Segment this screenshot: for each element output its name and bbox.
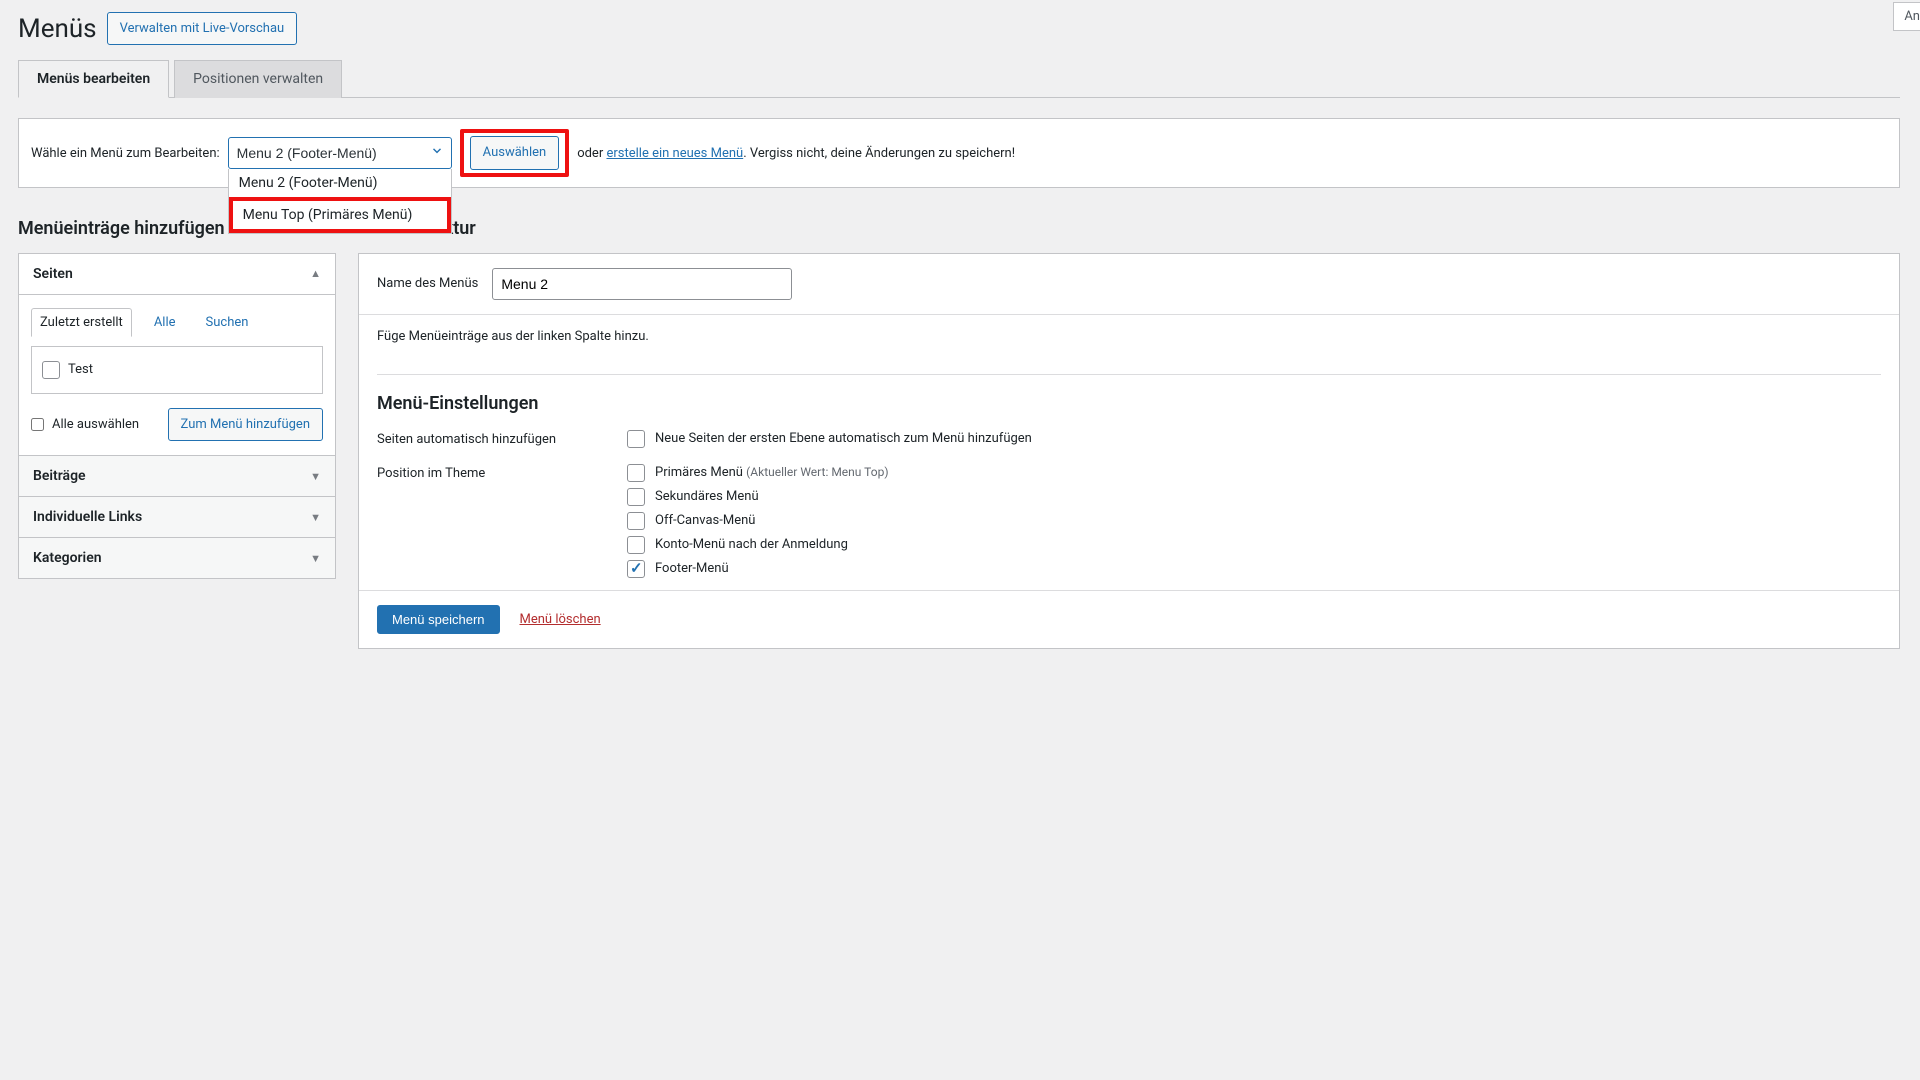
screen-options-stub[interactable]: An bbox=[1893, 2, 1920, 31]
theme-location-sublabel: (Aktueller Wert: Menu Top) bbox=[746, 465, 888, 479]
theme-location-label: Off-Canvas-Menü bbox=[655, 513, 755, 528]
page-title: Menüs bbox=[18, 14, 97, 44]
create-new-menu-link[interactable]: erstelle ein neues Menü bbox=[606, 146, 743, 161]
menu-name-input[interactable] bbox=[492, 268, 792, 300]
metabox-pages: Seiten ▲ Zuletzt erstellt Alle Suchen Te… bbox=[18, 253, 336, 456]
metabox-custom-links-toggle[interactable]: Individuelle Links ▼ bbox=[19, 497, 335, 537]
select-all-pages[interactable]: Alle auswählen bbox=[31, 417, 139, 432]
metabox-custom-links: Individuelle Links ▼ bbox=[18, 497, 336, 538]
tab-edit-menus[interactable]: Menüs bearbeiten bbox=[18, 60, 169, 98]
theme-location-option[interactable]: Footer-Menü bbox=[627, 560, 1881, 578]
menu-select-bar: Wähle ein Menü zum Bearbeiten: Menu 2 (F… bbox=[18, 118, 1900, 187]
theme-location-option[interactable]: Primäres Menü (Aktueller Wert: Menu Top) bbox=[627, 464, 1881, 482]
theme-location-checkbox[interactable] bbox=[627, 488, 645, 506]
triangle-up-icon: ▲ bbox=[310, 267, 321, 280]
metabox-posts: Beiträge ▼ bbox=[18, 456, 336, 497]
add-to-menu-button[interactable]: Zum Menü hinzufügen bbox=[168, 408, 323, 441]
metabox-categories: Kategorien ▼ bbox=[18, 538, 336, 579]
select-all-pages-checkbox[interactable] bbox=[31, 418, 44, 431]
theme-location-label: Sekundäres Menü bbox=[655, 489, 759, 504]
empty-menu-hint: Füge Menüeinträge aus der linken Spalte … bbox=[377, 329, 1881, 344]
pages-tab-search[interactable]: Suchen bbox=[198, 309, 257, 336]
theme-location-option[interactable]: Off-Canvas-Menü bbox=[627, 512, 1881, 530]
divider bbox=[377, 374, 1881, 375]
metabox-posts-toggle[interactable]: Beiträge ▼ bbox=[19, 456, 335, 496]
theme-location-label: Primäres Menü (Aktueller Wert: Menu Top) bbox=[655, 465, 889, 480]
metabox-custom-links-title: Individuelle Links bbox=[33, 509, 142, 525]
page-item-test-checkbox[interactable] bbox=[42, 361, 60, 379]
theme-location-option[interactable]: Sekundäres Menü bbox=[627, 488, 1881, 506]
menu-settings-heading: Menü-Einstellungen bbox=[377, 393, 1881, 414]
select-all-pages-label: Alle auswählen bbox=[52, 417, 139, 432]
theme-location-checkbox[interactable] bbox=[627, 512, 645, 530]
save-menu-button[interactable]: Menü speichern bbox=[377, 605, 500, 634]
theme-locations-list: Primäres Menü (Aktueller Wert: Menu Top)… bbox=[627, 464, 1881, 584]
theme-location-label: Konto-Menü nach der Anmeldung bbox=[655, 537, 848, 552]
pages-inner-tabs: Zuletzt erstellt Alle Suchen bbox=[31, 307, 323, 336]
delete-menu-link[interactable]: Menü löschen bbox=[520, 612, 601, 627]
theme-location-checkbox[interactable] bbox=[627, 560, 645, 578]
metabox-pages-toggle[interactable]: Seiten ▲ bbox=[19, 254, 335, 295]
menu-select[interactable] bbox=[228, 137, 452, 169]
page-item-test-label: Test bbox=[68, 362, 93, 377]
page-item-test[interactable]: Test bbox=[42, 357, 312, 383]
tab-manage-positions[interactable]: Positionen verwalten bbox=[174, 60, 342, 98]
theme-location-checkbox[interactable] bbox=[627, 536, 645, 554]
triangle-down-icon: ▼ bbox=[310, 470, 321, 483]
metabox-posts-title: Beiträge bbox=[33, 468, 86, 484]
metabox-categories-toggle[interactable]: Kategorien ▼ bbox=[19, 538, 335, 578]
menu-option-footer[interactable]: Menu 2 (Footer-Menü) bbox=[229, 169, 451, 197]
select-bar-text: oder erstelle ein neues Menü. Vergiss ni… bbox=[577, 146, 1015, 161]
auto-add-label: Seiten automatisch hinzufügen bbox=[377, 430, 627, 454]
pages-check-list: Test bbox=[31, 346, 323, 394]
metabox-pages-title: Seiten bbox=[33, 266, 73, 282]
pages-tab-recent[interactable]: Zuletzt erstellt bbox=[31, 308, 132, 337]
menu-name-label: Name des Menüs bbox=[377, 276, 478, 291]
menu-option-primary[interactable]: Menu Top (Primäres Menü) bbox=[229, 197, 451, 233]
theme-location-option[interactable]: Konto-Menü nach der Anmeldung bbox=[627, 536, 1881, 554]
auto-add-option[interactable]: Neue Seiten der ersten Ebene automatisch… bbox=[627, 430, 1881, 448]
nav-tabs: Menüs bearbeiten Positionen verwalten bbox=[18, 59, 1900, 98]
theme-location-checkbox[interactable] bbox=[627, 464, 645, 482]
triangle-down-icon: ▼ bbox=[310, 511, 321, 524]
choose-button-highlight: Auswählen bbox=[460, 129, 570, 176]
menu-structure-heading: Menü-Struktur bbox=[358, 218, 1900, 239]
theme-position-label: Position im Theme bbox=[377, 464, 627, 584]
menu-select-dropdown: Menu 2 (Footer-Menü) Menu Top (Primäres … bbox=[228, 169, 452, 234]
menu-structure-panel: Name des Menüs Füge Menüeinträge aus der… bbox=[358, 253, 1900, 649]
triangle-down-icon: ▼ bbox=[310, 552, 321, 565]
pages-tab-all[interactable]: Alle bbox=[146, 309, 184, 336]
live-preview-button[interactable]: Verwalten mit Live-Vorschau bbox=[107, 12, 298, 45]
theme-location-label: Footer-Menü bbox=[655, 561, 729, 576]
auto-add-desc: Neue Seiten der ersten Ebene automatisch… bbox=[655, 431, 1032, 446]
menu-select-label: Wähle ein Menü zum Bearbeiten: bbox=[31, 146, 220, 161]
choose-button[interactable]: Auswählen bbox=[470, 136, 560, 169]
metabox-categories-title: Kategorien bbox=[33, 550, 102, 566]
auto-add-checkbox[interactable] bbox=[627, 430, 645, 448]
